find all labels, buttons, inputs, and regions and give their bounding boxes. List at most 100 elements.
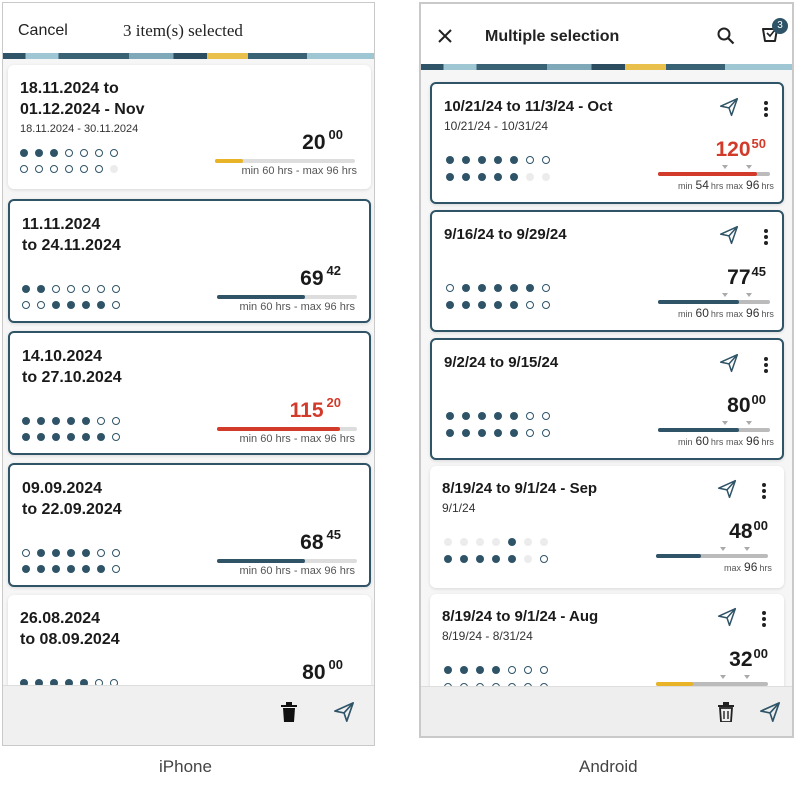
day-dot <box>67 285 75 293</box>
period-card[interactable]: 09.09.2024 to 22.09.2024 68 45 min 60 hrs - … <box>8 463 371 587</box>
min-hours-label: min 54 hrs <box>678 178 723 192</box>
search-icon[interactable] <box>717 27 735 50</box>
period-title: 9/16/24 to 9/29/24 <box>444 226 567 243</box>
send-icon[interactable] <box>717 479 737 504</box>
threshold-marker <box>722 293 728 297</box>
period-card[interactable]: 10/21/24 to 11/3/24 - Oct 10/21/24 - 10/3… <box>430 82 784 204</box>
period-card[interactable]: 26.08.2024 to 08.09.2024 80 00 <box>8 595 371 685</box>
day-dot <box>446 173 454 181</box>
unit-label: hrs <box>710 437 724 447</box>
max-label: max <box>726 181 744 191</box>
minutes-value: 50 <box>751 136 766 151</box>
min-label: min <box>678 181 693 191</box>
day-dot <box>67 549 75 557</box>
period-card[interactable]: 11.11.2024 to 24.11.2024 69 42 min 60 hrs - … <box>8 199 371 323</box>
day-dot <box>460 555 468 563</box>
more-vertical-icon[interactable] <box>763 100 769 123</box>
day-dot <box>444 538 452 546</box>
dot-row <box>22 417 120 425</box>
day-dot <box>52 285 60 293</box>
hours-progress-bar <box>215 159 355 163</box>
period-list[interactable]: 18.11.2024 to 01.12.2024 - Nov 18.11.2024 … <box>3 59 374 685</box>
day-dot <box>446 429 454 437</box>
period-title: 8/19/24 to 9/1/24 - Aug <box>442 608 599 625</box>
day-dot <box>82 417 90 425</box>
period-card[interactable]: 8/19/24 to 9/1/24 - Aug 8/19/24 - 8/31/24… <box>430 594 784 686</box>
hours-value: 120 <box>715 138 751 161</box>
send-icon[interactable] <box>333 701 355 728</box>
dot-row <box>446 284 550 292</box>
minutes-value: 45 <box>326 527 341 542</box>
period-card[interactable]: 14.10.2024 to 27.10.2024 115 20 min 60 hrs -… <box>8 331 371 455</box>
dot-row <box>444 666 548 674</box>
day-dot <box>510 301 518 309</box>
hours-value: 69 <box>300 267 324 290</box>
day-dot <box>22 565 30 573</box>
period-card[interactable]: 18.11.2024 to 01.12.2024 - Nov 18.11.2024 … <box>8 65 371 189</box>
minutes-value: 00 <box>751 392 766 407</box>
day-dot <box>446 301 454 309</box>
trash-icon[interactable] <box>717 702 735 727</box>
day-dot <box>494 412 502 420</box>
iphone-header: Cancel 3 item(s) selected <box>3 3 374 53</box>
period-title: 10/21/24 to 11/3/24 - Oct <box>444 98 613 115</box>
period-range: 18.11.2024 - 30.11.2024 <box>20 123 139 135</box>
period-list[interactable]: 10/21/24 to 11/3/24 - Oct 10/21/24 - 10/3… <box>421 70 792 686</box>
unit-label: hrs <box>710 181 724 191</box>
day-dot <box>97 549 105 557</box>
more-vertical-icon[interactable] <box>761 482 767 505</box>
day-dot <box>526 429 534 437</box>
period-card[interactable]: 8/19/24 to 9/1/24 - Sep 9/1/24 4800 max 96 hr… <box>430 466 784 588</box>
min-value: 54 <box>695 178 709 192</box>
hours-value: 32 <box>729 648 753 671</box>
hours-progress-fill <box>217 427 341 431</box>
more-vertical-icon[interactable] <box>763 356 769 379</box>
hours-progress-bar <box>217 559 357 563</box>
max-value: 96 <box>744 560 758 574</box>
send-icon[interactable] <box>719 353 739 378</box>
day-dot <box>542 429 550 437</box>
day-dot <box>446 412 454 420</box>
min-label: min <box>678 309 693 319</box>
cart-badge: 3 <box>772 18 788 34</box>
day-dot <box>524 555 532 563</box>
day-dot <box>110 149 118 157</box>
period-range: 9/1/24 <box>442 501 476 515</box>
android-caption: Android <box>579 757 638 776</box>
hours-total: 68 45 <box>300 527 341 555</box>
threshold-marker <box>746 165 752 169</box>
cancel-button[interactable]: Cancel <box>18 22 68 40</box>
close-icon[interactable] <box>437 28 453 49</box>
send-icon[interactable] <box>759 701 781 728</box>
day-dot <box>80 165 88 173</box>
day-dot <box>37 417 45 425</box>
day-dot <box>97 565 105 573</box>
max-hours-label: max 96 hrs <box>726 434 774 448</box>
hours-progress-fill <box>215 159 243 163</box>
hours-progress-bar <box>658 172 770 176</box>
max-hours-label: max 96 hrs <box>726 178 774 192</box>
day-dot <box>478 156 486 164</box>
day-dot <box>52 549 60 557</box>
send-icon[interactable] <box>717 607 737 632</box>
max-value: 96 <box>746 434 760 448</box>
period-card[interactable]: 9/2/24 to 9/15/24 8000 min 60 hrs max 96 hrs <box>430 338 784 460</box>
day-dot <box>97 285 105 293</box>
day-dot <box>37 301 45 309</box>
day-dot <box>492 666 500 674</box>
more-vertical-icon[interactable] <box>763 228 769 251</box>
more-vertical-icon[interactable] <box>761 610 767 633</box>
send-icon[interactable] <box>719 225 739 250</box>
trash-icon[interactable] <box>280 702 298 727</box>
dot-row <box>446 412 550 420</box>
day-dot <box>67 417 75 425</box>
day-dot <box>82 549 90 557</box>
day-dot <box>35 165 43 173</box>
day-dot <box>462 156 470 164</box>
day-dot <box>510 156 518 164</box>
send-icon[interactable] <box>719 97 739 122</box>
android-header: Multiple selection 3 <box>421 4 792 64</box>
period-card[interactable]: 9/16/24 to 9/29/24 7745 min 60 hrs max 96 hrs <box>430 210 784 332</box>
day-dot <box>22 301 30 309</box>
day-dot <box>112 301 120 309</box>
